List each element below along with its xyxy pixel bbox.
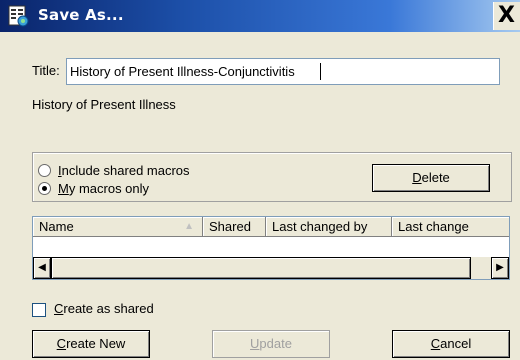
create-as-shared-checkbox[interactable]: Create as shared: [32, 301, 154, 317]
window-title: Save As...: [38, 6, 124, 24]
cancel-label: ancel: [440, 336, 472, 351]
horizontal-scrollbar[interactable]: ◀ ▶: [33, 257, 509, 279]
title-label: Title:: [32, 63, 60, 78]
column-name[interactable]: Name ▲: [33, 217, 203, 237]
radio-unchecked-icon: [38, 164, 51, 178]
radio-checked-icon: [38, 182, 51, 196]
cancel-button[interactable]: Cancel: [392, 330, 510, 358]
column-last-changed-by[interactable]: Last changed by: [266, 217, 392, 237]
accel-key: C: [54, 301, 64, 316]
update-label: pdate: [259, 336, 292, 351]
accel-key: D: [412, 170, 422, 185]
title-bar[interactable]: Save As... X: [0, 0, 520, 32]
delete-button[interactable]: Delete: [372, 164, 490, 192]
scroll-thumb[interactable]: [51, 257, 471, 279]
close-icon: X: [498, 3, 515, 28]
list-header: Name ▲ Shared Last changed by Last chang…: [33, 217, 509, 237]
include-shared-label: nclude shared macros: [61, 163, 190, 179]
create-as-shared-label: reate as shared: [63, 301, 154, 316]
scroll-right-icon[interactable]: ▶: [491, 257, 509, 279]
checkbox-unchecked-icon: [32, 302, 46, 317]
delete-label: elete: [421, 170, 450, 185]
accel-key: C: [56, 336, 67, 351]
sort-up-icon: ▲: [184, 221, 194, 232]
close-button[interactable]: X: [493, 2, 520, 30]
accel-key: U: [250, 336, 260, 351]
macro-list[interactable]: Name ▲ Shared Last changed by Last chang…: [32, 216, 510, 280]
column-shared[interactable]: Shared: [203, 217, 266, 237]
text-caret: [320, 63, 321, 80]
my-macros-radio[interactable]: My macros only: [38, 180, 149, 197]
accel-key: C: [430, 336, 441, 351]
column-last-change[interactable]: Last change: [392, 217, 509, 237]
title-input[interactable]: [66, 58, 500, 85]
category-text: History of Present Illness: [32, 97, 176, 112]
include-shared-radio[interactable]: Include shared macros: [38, 162, 190, 179]
my-macros-label: y macros only: [68, 181, 150, 197]
scroll-left-icon[interactable]: ◀: [33, 257, 51, 279]
accel-key: M: [58, 181, 69, 197]
document-macro-icon: [8, 5, 29, 27]
create-new-button[interactable]: Create New: [32, 330, 150, 358]
create-new-label: reate New: [66, 336, 126, 351]
update-button[interactable]: Update: [212, 330, 330, 358]
save-as-dialog: Save As... X Title: History of Present I…: [0, 0, 520, 360]
